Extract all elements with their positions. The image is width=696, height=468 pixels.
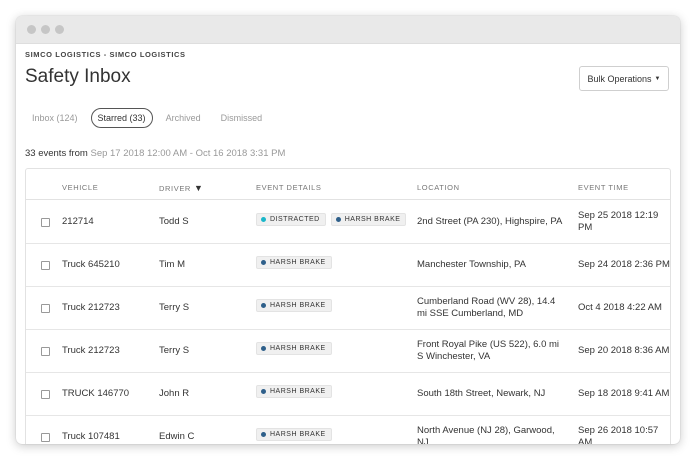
event-time-cell: Sep 18 2018 9:41 AM [578, 388, 670, 399]
vehicle-cell: 212714 [62, 216, 94, 227]
driver-cell: Terry S [159, 345, 190, 356]
organization-name: SIMCO LOGISTICS - SIMCO LOGISTICS [25, 50, 186, 59]
event-badge: HARSH BRAKE [330, 213, 407, 226]
tab-archived[interactable]: Archived [159, 108, 208, 128]
row-checkbox[interactable] [41, 433, 50, 442]
row-checkbox[interactable] [41, 218, 50, 227]
event-dot-icon [261, 346, 266, 351]
event-badge-label: HARSH BRAKE [270, 431, 326, 438]
column-driver-label: DRIVER [159, 184, 191, 193]
bulk-operations-button[interactable]: Bulk Operations ▼ [579, 66, 669, 91]
location-cell: Manchester Township, PA [417, 259, 526, 270]
row-checkbox[interactable] [41, 261, 50, 270]
event-badge: HARSH BRAKE [256, 299, 332, 312]
event-dot-icon [261, 217, 266, 222]
driver-cell: Edwin C [159, 431, 195, 442]
table-row[interactable]: Truck 107481 Edwin C HARSH BRAKE North Aven… [26, 415, 670, 444]
row-checkbox[interactable] [41, 304, 50, 313]
events-summary: 33 events from Sep 17 2018 12:00 AM - Oc… [25, 148, 285, 159]
events-count: 33 events from [25, 148, 88, 159]
column-event-details[interactable]: EVENT DETAILS [256, 183, 321, 192]
page-title: Safety Inbox [25, 66, 131, 87]
tab-starred[interactable]: Starred (33) [90, 108, 153, 128]
inbox-tabs: Inbox (124) Starred (33) Archived Dismis… [25, 108, 275, 128]
location-cell: North Avenue (NJ 28), Garwood, NJ [417, 425, 555, 444]
vehicle-cell: Truck 212723 [62, 345, 120, 356]
driver-cell: Todd S [159, 216, 189, 227]
vehicle-cell: Truck 107481 [62, 431, 120, 442]
table-row[interactable]: Truck 212723 Terry S HARSH BRAKE Cumberland… [26, 286, 670, 330]
window-maximize-dot[interactable] [55, 25, 64, 34]
event-badge: HARSH BRAKE [256, 385, 332, 398]
vehicle-cell: TRUCK 146770 [62, 388, 130, 399]
event-details-cell: HARSH BRAKE [256, 256, 337, 269]
vehicle-cell: Truck 645210 [62, 259, 120, 270]
table-row[interactable]: TRUCK 146770 John R HARSH BRAKE South 18th … [26, 372, 670, 416]
event-badge-label: HARSH BRAKE [270, 345, 326, 352]
row-checkbox[interactable] [41, 390, 50, 399]
app-window: SIMCO LOGISTICS - SIMCO LOGISTICS Safety… [16, 16, 680, 444]
table-row[interactable]: 212714 Todd S DISTRACTED HARSH BRAKE 2nd Str… [26, 200, 670, 244]
event-time-cell: Oct 4 2018 4:22 AM [578, 302, 662, 313]
event-details-cell: HARSH BRAKE [256, 385, 337, 398]
window-titlebar [16, 16, 680, 44]
event-badge: HARSH BRAKE [256, 256, 332, 269]
event-time-cell: Sep 26 2018 10:57 AM [578, 425, 659, 444]
table-row[interactable]: Truck 212723 Terry S HARSH BRAKE Front Roya… [26, 329, 670, 373]
column-driver[interactable]: DRIVER ▼ [159, 183, 203, 193]
window-minimize-dot[interactable] [41, 25, 50, 34]
event-details-cell: HARSH BRAKE [256, 428, 337, 441]
event-badge-label: HARSH BRAKE [344, 216, 401, 223]
vehicle-cell: Truck 212723 [62, 302, 120, 313]
event-dot-icon [261, 432, 266, 437]
column-event-time[interactable]: EVENT TIME [578, 183, 629, 192]
event-badge: HARSH BRAKE [256, 342, 332, 355]
bulk-operations-label: Bulk Operations [587, 73, 652, 84]
table-header: VEHICLE DRIVER ▼ EVENT DETAILS LOCATION E… [26, 169, 670, 200]
location-cell: 2nd Street (PA 230), Highspire, PA [417, 216, 563, 227]
event-badge-label: DISTRACTED [270, 216, 320, 223]
events-table: VEHICLE DRIVER ▼ EVENT DETAILS LOCATION E… [25, 168, 671, 444]
driver-cell: John R [159, 388, 190, 399]
driver-cell: Tim M [159, 259, 186, 270]
date-range: Sep 17 2018 12:00 AM - Oct 16 2018 3:31 … [90, 148, 286, 159]
event-details-cell: HARSH BRAKE [256, 299, 337, 312]
window-close-dot[interactable] [27, 25, 36, 34]
event-dot-icon [335, 217, 341, 222]
tab-inbox[interactable]: Inbox (124) [25, 108, 85, 128]
row-checkbox[interactable] [41, 347, 50, 356]
table-row[interactable]: Truck 645210 Tim M HARSH BRAKE Manchester T… [26, 243, 670, 287]
column-vehicle[interactable]: VEHICLE [62, 183, 98, 192]
event-badge-label: HARSH BRAKE [270, 259, 326, 266]
location-cell: Front Royal Pike (US 522), 6.0 mi S Winc… [417, 339, 560, 362]
tab-dismissed[interactable]: Dismissed [214, 108, 270, 128]
event-time-cell: Sep 25 2018 12:19 PM [578, 210, 659, 233]
location-cell: Cumberland Road (WV 28), 14.4 mi SSE Cum… [417, 296, 556, 319]
sort-descending-icon: ▼ [193, 183, 204, 193]
event-dot-icon [261, 260, 266, 265]
event-dot-icon [261, 303, 266, 308]
event-details-cell: HARSH BRAKE [256, 342, 337, 355]
driver-cell: Terry S [159, 302, 190, 313]
event-badge-label: HARSH BRAKE [270, 388, 326, 395]
event-badge: HARSH BRAKE [256, 428, 332, 441]
event-badge-label: HARSH BRAKE [270, 302, 326, 309]
event-time-cell: Sep 20 2018 8:36 AM [578, 345, 670, 356]
location-cell: South 18th Street, Newark, NJ [417, 388, 546, 399]
event-badge: DISTRACTED [256, 213, 326, 226]
event-details-cell: DISTRACTED HARSH BRAKE [256, 213, 411, 226]
event-time-cell: Sep 24 2018 2:36 PM [578, 259, 670, 270]
column-location[interactable]: LOCATION [417, 183, 460, 192]
event-dot-icon [261, 389, 266, 394]
caret-down-icon: ▼ [654, 75, 661, 82]
